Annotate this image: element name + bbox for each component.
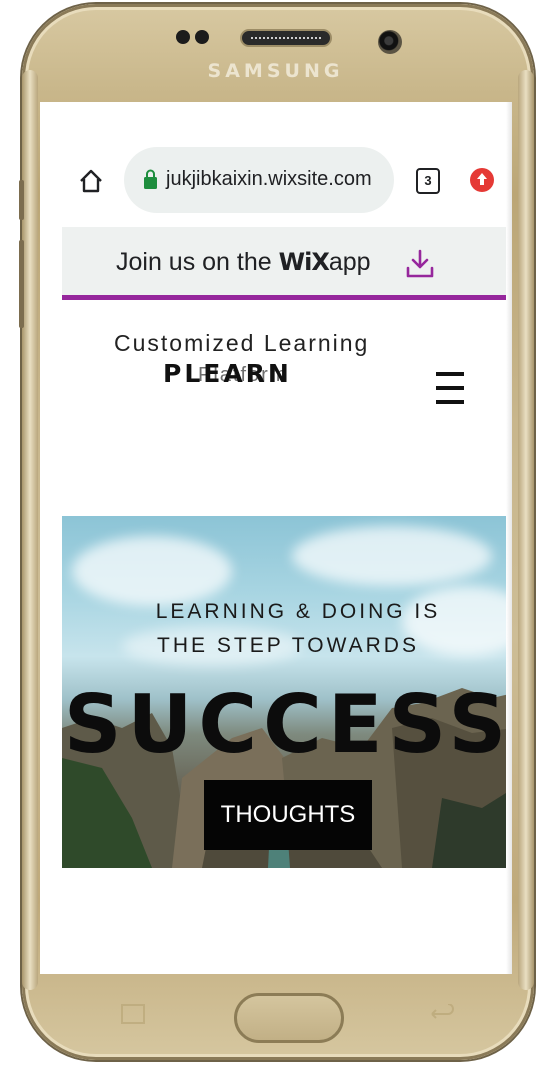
hero-line1: LEARNING & DOING IS	[155, 600, 441, 623]
banner-accent-line	[62, 295, 512, 300]
home-button[interactable]	[234, 993, 344, 1043]
phone-edge-right	[518, 70, 534, 990]
tabs-button[interactable]: 3	[416, 168, 440, 194]
home-icon[interactable]	[78, 168, 104, 194]
extension-update-icon[interactable]	[470, 168, 494, 192]
hero-banner: LEARNING & DOING IS THE STEP TOWARDS SUC…	[62, 516, 512, 868]
volume-button	[19, 180, 24, 220]
front-camera	[378, 30, 402, 54]
thoughts-button[interactable]: THOUGHTS	[204, 780, 372, 850]
url-text[interactable]: jukjibkaixin.wixsite.com	[166, 168, 372, 191]
banner-text[interactable]: Join us on the WiXapp	[116, 248, 371, 277]
hero-headline: SUCCESS	[63, 678, 512, 771]
back-icon[interactable]	[426, 1004, 456, 1024]
phone-screen: jukjibkaixin.wixsite.com 3 Join us on th…	[40, 102, 512, 974]
device-brand: SAMSUNG	[207, 60, 344, 82]
side-button	[19, 240, 24, 328]
menu-icon[interactable]	[436, 372, 464, 406]
sensor-dots	[176, 30, 209, 44]
hero-line2: THE STEP TOWARDS	[157, 634, 419, 657]
recent-apps-icon[interactable]	[121, 1004, 145, 1024]
earpiece-speaker	[240, 29, 332, 47]
wix-logo: WiX	[278, 248, 330, 276]
phone-edge-left	[22, 70, 38, 990]
screen-edge	[506, 102, 512, 974]
cloud	[292, 526, 492, 586]
banner-prefix: Join us on the	[116, 248, 279, 276]
cloud	[72, 536, 232, 606]
download-icon[interactable]	[404, 248, 436, 280]
site-logo-tagline[interactable]: Customized Learning	[114, 330, 369, 357]
lock-icon	[144, 169, 157, 189]
site-logo[interactable]: PLEARN	[163, 359, 292, 388]
banner-suffix: app	[328, 248, 371, 276]
